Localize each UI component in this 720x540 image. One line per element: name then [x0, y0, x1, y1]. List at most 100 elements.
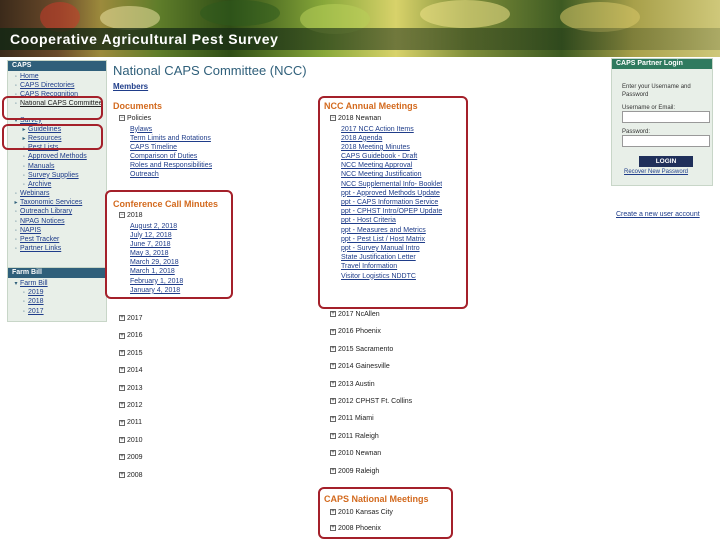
sidebar-item-home[interactable]: ◦ Home: [12, 72, 106, 81]
meeting-node[interactable]: +2013 Austin: [330, 380, 412, 397]
document-link[interactable]: Outreach: [130, 170, 212, 179]
callout-conference-minutes: [105, 190, 233, 299]
year-label: 2013: [127, 384, 143, 392]
bullet-icon: ◦: [14, 246, 18, 253]
year-label: 2015: [127, 349, 143, 357]
farm-bill-year[interactable]: ◦ 2018: [12, 297, 106, 306]
year-node[interactable]: +2008: [119, 471, 143, 488]
meeting-node[interactable]: +2011 Raleigh: [330, 432, 412, 449]
expand-icon: +: [119, 471, 125, 478]
sidebar-item-manuals[interactable]: ◦ Manuals: [12, 162, 106, 171]
create-account-link[interactable]: Create a new user account: [616, 211, 700, 218]
sidebar-item-pest-tracker[interactable]: ◦ Pest Tracker: [12, 235, 106, 244]
policies-label: Policies: [127, 115, 152, 122]
page-title: National CAPS Committee (NCC): [113, 63, 307, 78]
meeting-label: 2010 Newnan: [338, 450, 382, 458]
sidebar-item-label: Approved Methods: [28, 153, 87, 161]
login-button[interactable]: LOGIN: [639, 156, 693, 167]
collapse-icon: −: [119, 115, 125, 122]
site-title[interactable]: Cooperative Agricultural Pest Survey: [10, 31, 279, 47]
sidebar-item-survey-supplies[interactable]: ◦ Survey Supplies: [12, 171, 106, 180]
document-link[interactable]: Comparison of Duties: [130, 152, 212, 161]
sidebar-item-napis[interactable]: ◦ NAPIS: [12, 226, 106, 235]
bullet-icon: ◦: [22, 299, 26, 306]
document-link[interactable]: Term Limits and Rotations: [130, 134, 212, 143]
login-button-row: LOGIN: [639, 156, 712, 167]
login-form: Enter your Username and Password Usernam…: [612, 69, 712, 175]
year-node[interactable]: +2017: [119, 314, 143, 331]
annual-older-list: +2017 NcAllen +2016 Phoenix +2015 Sacram…: [330, 310, 412, 484]
callout-annual-meetings: [318, 96, 468, 309]
meeting-label: 2014 Gainesville: [338, 363, 390, 371]
meeting-node[interactable]: +2016 Phoenix: [330, 327, 412, 344]
callout-ncc: [2, 96, 103, 120]
members-link[interactable]: Members: [113, 82, 148, 91]
arrow-right-icon: ▸: [14, 200, 18, 207]
expand-arrow-icon: ▾: [14, 281, 18, 287]
year-node[interactable]: +2016: [119, 331, 143, 348]
expand-icon: +: [330, 432, 336, 439]
farm-bill-year[interactable]: ◦ 2019: [12, 288, 106, 297]
year-node[interactable]: +2011: [119, 418, 143, 435]
sidebar-item-label: NAPIS: [20, 226, 42, 234]
year-node[interactable]: +2014: [119, 366, 143, 383]
farm-bill-box: Farm Bill ▾ Farm Bill ◦ 2019 ◦ 2018 ◦ 2017: [7, 267, 107, 322]
meeting-label: 2009 Raleigh: [338, 467, 380, 475]
farm-bill-year-label: 2019: [28, 289, 44, 297]
login-instructions: Enter your Username and Password: [622, 84, 691, 98]
year-node[interactable]: +2015: [119, 349, 143, 366]
year-label: 2012: [127, 401, 143, 409]
bullet-icon: ◦: [22, 308, 26, 315]
meeting-label: 2015 Sacramento: [338, 345, 394, 353]
expand-icon: +: [330, 380, 336, 387]
meeting-node[interactable]: +2012 CPHST Ft. Collins: [330, 397, 412, 414]
year-label: 2009: [127, 454, 143, 462]
bullet-icon: ◦: [14, 227, 18, 234]
documents-heading: Documents: [113, 101, 163, 111]
policies-node[interactable]: − Policies: [119, 114, 212, 125]
meeting-node[interactable]: +2009 Raleigh: [330, 467, 412, 484]
expand-icon: +: [119, 332, 125, 339]
sidebar-item-directories[interactable]: ◦ CAPS Directories: [12, 81, 106, 90]
bullet-icon: ◦: [14, 74, 18, 80]
sidebar-item-label: CAPS Directories: [20, 82, 75, 90]
password-input[interactable]: [622, 135, 710, 147]
year-node[interactable]: +2009: [119, 453, 143, 470]
expand-icon: +: [330, 467, 336, 474]
sidebar-item-npag[interactable]: ◦ NPAG Notices: [12, 217, 106, 226]
sidebar-item-taxonomic[interactable]: ▸ Taxonomic Services: [12, 198, 106, 207]
meeting-node[interactable]: +2010 Newnan: [330, 449, 412, 466]
meeting-node[interactable]: +2017 NcAllen: [330, 310, 412, 327]
recover-password-link[interactable]: Recover New Password: [624, 169, 712, 175]
meeting-node[interactable]: +2014 Gainesville: [330, 362, 412, 379]
document-link[interactable]: Roles and Responsibilities: [130, 161, 212, 170]
policies-list: Bylaws Term Limits and Rotations CAPS Ti…: [119, 125, 212, 180]
banner-decoration: [420, 0, 510, 28]
document-link[interactable]: Bylaws: [130, 125, 212, 134]
farm-bill-parent[interactable]: ▾ Farm Bill: [12, 279, 106, 288]
sidebar-item-archive[interactable]: ◦ Archive: [12, 180, 106, 189]
meeting-node[interactable]: +2015 Sacramento: [330, 345, 412, 362]
expand-icon: +: [119, 315, 125, 322]
banner-decoration: [100, 6, 160, 30]
login-heading: CAPS Partner Login: [612, 59, 712, 69]
bullet-icon: ◦: [22, 163, 26, 170]
farm-bill-list: ▾ Farm Bill ◦ 2019 ◦ 2018 ◦ 2017: [8, 278, 106, 316]
sidebar-item-webinars[interactable]: ◦ Webinars: [12, 189, 106, 198]
year-node[interactable]: +2013: [119, 384, 143, 401]
farm-bill-parent-label: Farm Bill: [20, 280, 48, 287]
sidebar-item-outreach[interactable]: ◦ Outreach Library: [12, 207, 106, 216]
username-input[interactable]: [622, 111, 710, 123]
meeting-node[interactable]: +2011 Miami: [330, 414, 412, 431]
document-link[interactable]: CAPS Timeline: [130, 143, 212, 152]
year-node[interactable]: +2012: [119, 401, 143, 418]
farm-bill-year[interactable]: ◦ 2017: [12, 307, 106, 316]
sidebar-item-partner-links[interactable]: ◦ Partner Links: [12, 244, 106, 253]
site-banner: Cooperative Agricultural Pest Survey: [0, 0, 720, 57]
sidebar-item-label: Partner Links: [20, 245, 62, 253]
expand-icon: +: [119, 454, 125, 461]
expand-icon: +: [119, 436, 125, 443]
sidebar-item-approved-methods[interactable]: ◦ Approved Methods: [12, 152, 106, 161]
year-node[interactable]: +2010: [119, 436, 143, 453]
expand-icon: +: [119, 349, 125, 356]
